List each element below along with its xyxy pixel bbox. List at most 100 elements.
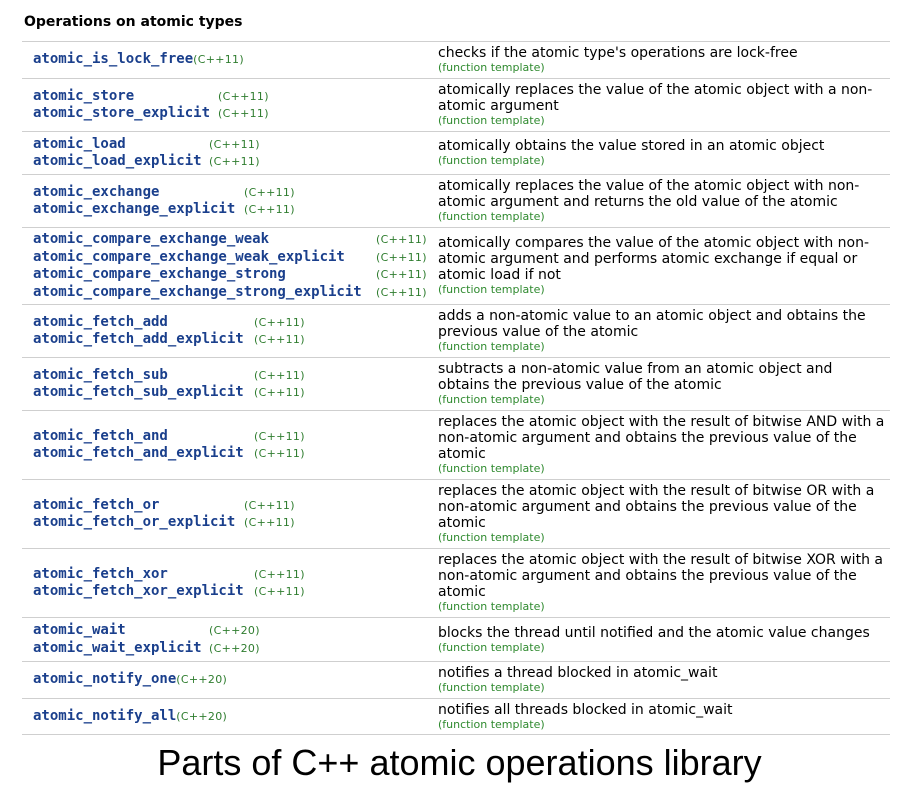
function-name-line: atomic_notify_all (C++20): [33, 708, 426, 726]
function-name-line: atomic_exchange (C++11): [33, 184, 426, 202]
table-row: atomic_fetch_sub (C++11) atomic_fetch_sub_…: [22, 358, 890, 411]
function-name-line: atomic_store (C++11): [33, 88, 426, 106]
function-name-line: atomic_fetch_sub_explicit (C++11): [33, 384, 426, 402]
description-cell: replaces the atomic object with the resu…: [426, 483, 890, 545]
function-name-line: atomic_fetch_xor (C++11): [33, 566, 426, 584]
kind-label: (function template): [438, 531, 545, 544]
function-name-line: atomic_fetch_add (C++11): [33, 314, 426, 332]
function-name-line: atomic_store_explicit (C++11): [33, 105, 426, 123]
function-name-line: atomic_compare_exchange_strong_explicit(…: [33, 284, 426, 302]
description-cell: replaces the atomic object with the resu…: [426, 552, 890, 614]
function-link[interactable]: atomic_fetch_sub_explicit: [33, 384, 254, 402]
function-name-line: atomic_notify_one (C++20): [33, 671, 426, 689]
version-badge: (C++11): [244, 498, 295, 512]
kind-label: (function template): [438, 681, 545, 694]
function-name-line: atomic_fetch_or_explicit (C++11): [33, 514, 426, 532]
description-text: blocks the thread until notified and the…: [438, 624, 870, 641]
function-link[interactable]: atomic_fetch_or_explicit: [33, 514, 244, 532]
kind-label: (function template): [438, 283, 545, 296]
kind-label: (function template): [438, 600, 545, 613]
function-name-line: atomic_is_lock_free (C++11): [33, 51, 426, 69]
description-text: replaces the atomic object with the resu…: [438, 414, 885, 462]
function-link[interactable]: atomic_fetch_xor: [33, 566, 254, 584]
function-link[interactable]: atomic_fetch_and_explicit: [33, 445, 254, 463]
function-link[interactable]: atomic_fetch_add: [33, 314, 254, 332]
kind-label: (function template): [438, 640, 545, 654]
table-row: atomic_fetch_or (C++11) atomic_fetch_or_ex…: [22, 480, 890, 549]
function-name-line: atomic_fetch_add_explicit (C++11): [33, 331, 426, 349]
description-cell: replaces the atomic object with the resu…: [426, 414, 890, 476]
function-names-cell: atomic_compare_exchange_weak (C++11) atomi…: [22, 231, 426, 301]
table-row: atomic_fetch_and (C++11) atomic_fetch_and_…: [22, 411, 890, 480]
function-link[interactable]: atomic_compare_exchange_weak: [33, 231, 376, 249]
version-badge: (C++11): [254, 567, 305, 581]
version-badge: (C++11): [254, 368, 305, 382]
function-name-line: atomic_wait_explicit (C++20): [33, 640, 426, 658]
description-cell: atomically replaces the value of the ato…: [426, 82, 890, 128]
function-link[interactable]: atomic_fetch_add_explicit: [33, 331, 254, 349]
table-row: atomic_notify_all (C++20) notifies all thr…: [22, 699, 890, 735]
function-link[interactable]: atomic_fetch_and: [33, 428, 254, 446]
kind-label: (function template): [438, 340, 545, 353]
function-link[interactable]: atomic_fetch_or: [33, 497, 244, 515]
function-link[interactable]: atomic_fetch_sub: [33, 367, 254, 385]
function-name-line: atomic_fetch_sub (C++11): [33, 367, 426, 385]
description-text: atomically replaces the value of the ato…: [438, 178, 860, 210]
kind-label: (function template): [438, 717, 545, 731]
function-link[interactable]: atomic_exchange: [33, 184, 244, 202]
function-link[interactable]: atomic_compare_exchange_strong: [33, 266, 376, 284]
description-text: atomically obtains the value stored in a…: [438, 138, 825, 154]
version-badge: (C++11): [376, 285, 427, 299]
function-link[interactable]: atomic_wait_explicit: [33, 640, 209, 658]
table-row: atomic_fetch_add (C++11) atomic_fetch_add_…: [22, 305, 890, 358]
version-badge: (C++20): [209, 624, 260, 637]
description-text: atomically compares the value of the ato…: [438, 235, 870, 283]
function-name-line: atomic_fetch_and_explicit (C++11): [33, 445, 426, 463]
kind-label: (function template): [438, 114, 545, 127]
function-link[interactable]: atomic_compare_exchange_strong_explicit: [33, 284, 376, 302]
function-link[interactable]: atomic_notify_all: [33, 708, 176, 726]
function-link[interactable]: atomic_compare_exchange_weak_explicit: [33, 249, 376, 267]
table-row: atomic_wait (C++20) atomic_wait_explicit (C…: [22, 618, 890, 662]
description-cell: notifies all threads blocked in atomic_w…: [426, 702, 890, 732]
version-badge: (C++11): [254, 386, 305, 399]
version-badge: (C++11): [254, 447, 305, 460]
table-row: atomic_fetch_xor (C++11) atomic_fetch_xor_…: [22, 549, 890, 618]
function-name-line: atomic_load (C++11): [33, 136, 426, 154]
description-text: checks if the atomic type's operations a…: [438, 45, 798, 61]
description-text: replaces the atomic object with the resu…: [438, 483, 875, 531]
function-link[interactable]: atomic_fetch_xor_explicit: [33, 583, 254, 601]
kind-label: (function template): [438, 462, 545, 475]
description-cell: subtracts a non-atomic value from an ato…: [426, 361, 890, 407]
function-name-line: atomic_fetch_or (C++11): [33, 497, 426, 515]
function-names-cell: atomic_load (C++11) atomic_load_explicit (C…: [22, 136, 426, 171]
function-name-line: atomic_wait (C++20): [33, 622, 426, 640]
function-link[interactable]: atomic_load: [33, 136, 209, 154]
function-names-cell: atomic_fetch_and (C++11) atomic_fetch_and_…: [22, 428, 426, 463]
kind-label: (function template): [438, 154, 545, 167]
function-link[interactable]: atomic_wait: [33, 622, 209, 640]
function-name-line: atomic_load_explicit (C++11): [33, 153, 426, 171]
function-names-cell: atomic_fetch_sub (C++11) atomic_fetch_sub_…: [22, 367, 426, 402]
table-row: atomic_is_lock_free (C++11) checks if the …: [22, 42, 890, 79]
version-badge: (C++11): [218, 107, 269, 120]
version-badge: (C++11): [244, 203, 295, 216]
description-cell: blocks the thread until notified and the…: [426, 625, 890, 655]
version-badge: (C++11): [244, 516, 295, 529]
function-link[interactable]: atomic_exchange_explicit: [33, 201, 244, 219]
function-names-cell: atomic_notify_one (C++20): [22, 671, 426, 689]
description-cell: atomically replaces the value of the ato…: [426, 178, 890, 224]
table-row: atomic_exchange (C++11) atomic_exchange_ex…: [22, 175, 890, 228]
function-link[interactable]: atomic_is_lock_free: [33, 51, 193, 69]
description-cell: checks if the atomic type's operations a…: [426, 45, 890, 75]
image-caption: Parts of C++ atomic operations library: [157, 742, 762, 783]
version-badge: (C++11): [254, 333, 305, 346]
version-badge: (C++11): [254, 585, 305, 598]
function-link[interactable]: atomic_load_explicit: [33, 153, 209, 171]
function-link[interactable]: atomic_store: [33, 88, 218, 106]
function-link[interactable]: atomic_notify_one: [33, 671, 176, 689]
version-badge: (C++11): [193, 53, 244, 67]
version-badge: (C++11): [209, 137, 260, 151]
function-names-cell: atomic_is_lock_free (C++11): [22, 51, 426, 69]
function-link[interactable]: atomic_store_explicit: [33, 105, 218, 123]
